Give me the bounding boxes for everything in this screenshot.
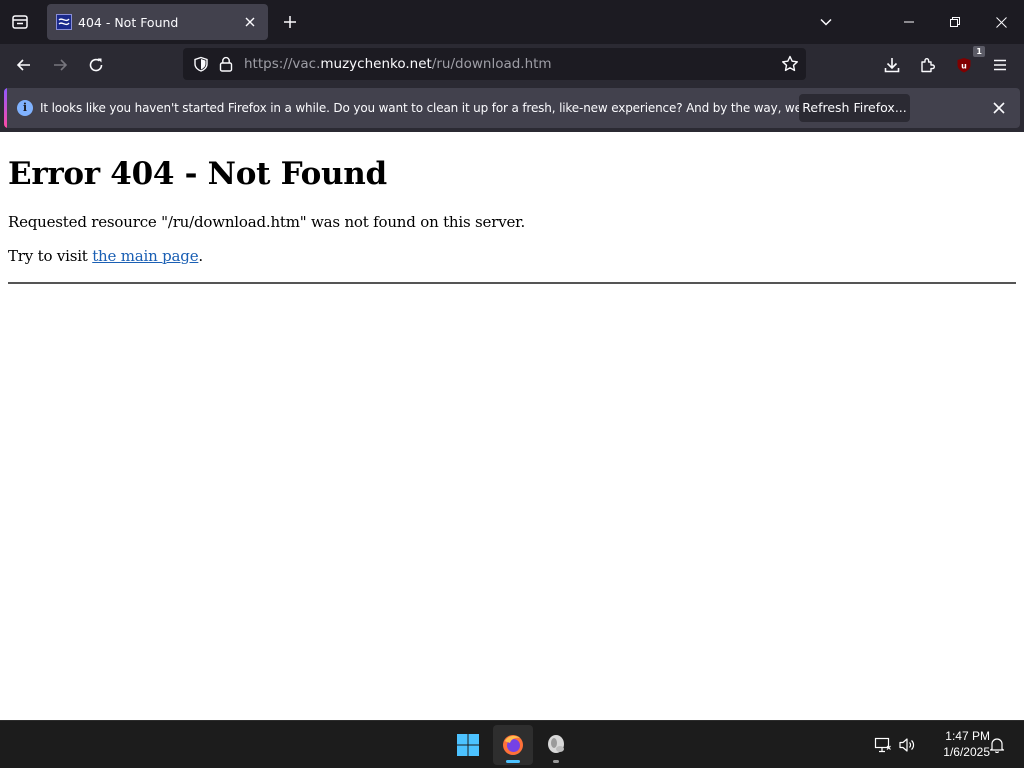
- app-icon: [548, 735, 564, 753]
- page-content: Error 404 - Not Found Requested resource…: [0, 132, 1024, 720]
- app-menu-button[interactable]: [984, 49, 1016, 81]
- clock-date: 1/6/2025: [943, 745, 990, 759]
- notifications-button[interactable]: [985, 733, 1009, 757]
- forward-button[interactable]: [44, 49, 76, 81]
- try-visit-line: Try to visit the main page.: [8, 247, 203, 265]
- new-tab-button[interactable]: [276, 8, 304, 36]
- system-clock[interactable]: 1:47 PM 1/6/2025: [920, 728, 990, 760]
- site-favicon-icon: [56, 14, 72, 30]
- restore-button[interactable]: [932, 0, 978, 44]
- lock-icon: [219, 56, 233, 72]
- ublock-origin-button[interactable]: u 1: [948, 46, 985, 81]
- arrow-right-icon: [54, 59, 68, 71]
- chevron-down-icon: [820, 18, 832, 26]
- clock-time: 1:47 PM: [945, 729, 990, 743]
- url-path: /ru/download.htm: [431, 56, 552, 72]
- notification-accent-bar: [4, 88, 7, 128]
- close-icon: [993, 102, 1005, 114]
- active-indicator: [506, 760, 520, 763]
- info-icon: i: [17, 100, 33, 116]
- address-bar[interactable]: https://vac.muzychenko.net/ru/download.h…: [183, 48, 806, 80]
- firefox-icon: [503, 735, 523, 755]
- notification-message: It looks like you haven't started Firefo…: [40, 101, 874, 115]
- puzzle-icon: [921, 58, 935, 73]
- divider: [8, 282, 1016, 284]
- close-notification-button[interactable]: [987, 96, 1011, 120]
- minimize-button[interactable]: [886, 0, 932, 44]
- close-icon: [245, 17, 255, 27]
- bell-icon: [989, 738, 1005, 753]
- try-suffix: .: [198, 247, 203, 265]
- running-indicator: [553, 760, 559, 763]
- close-window-button[interactable]: [978, 0, 1024, 44]
- arrow-left-icon: [16, 59, 30, 71]
- firefox-view-icon: [12, 15, 28, 29]
- url-domain: muzychenko.net: [320, 56, 432, 72]
- back-button[interactable]: [8, 49, 40, 81]
- main-page-link[interactable]: the main page: [92, 247, 198, 265]
- close-tab-button[interactable]: [238, 10, 262, 34]
- refresh-firefox-button[interactable]: Refresh Firefox...: [799, 94, 910, 122]
- restore-icon: [950, 17, 960, 27]
- error-description: Requested resource "/ru/download.htm" wa…: [8, 213, 526, 231]
- windows-taskbar: 1:47 PM 1/6/2025: [0, 720, 1024, 768]
- plus-icon: [284, 16, 296, 28]
- downloads-button[interactable]: [876, 49, 908, 81]
- taskbar-app[interactable]: [536, 725, 576, 765]
- windows-logo-icon: [457, 734, 479, 756]
- error-heading: Error 404 - Not Found: [8, 156, 387, 192]
- tracking-protection-button[interactable]: [189, 52, 213, 76]
- close-icon: [995, 16, 1007, 28]
- try-prefix: Try to visit: [8, 247, 93, 265]
- reload-icon: [89, 58, 103, 72]
- tab-strip: 404 - Not Found: [0, 0, 1024, 44]
- network-button[interactable]: [871, 733, 895, 757]
- list-all-tabs-button[interactable]: [812, 8, 840, 36]
- download-icon: [884, 58, 900, 73]
- network-icon: [874, 737, 891, 753]
- notification-container: i It looks like you haven't started Fire…: [0, 85, 1024, 132]
- refresh-firefox-notification: i It looks like you haven't started Fire…: [4, 88, 1020, 128]
- svg-text:u: u: [961, 62, 967, 71]
- firefox-view-button[interactable]: [4, 6, 36, 38]
- ublock-origin-icon: u: [957, 58, 971, 73]
- reload-button[interactable]: [80, 49, 112, 81]
- minimize-icon: [904, 21, 914, 23]
- tab-active[interactable]: 404 - Not Found: [47, 4, 268, 40]
- speaker-icon: [899, 738, 915, 752]
- site-identity-button[interactable]: [215, 52, 237, 76]
- shield-icon: [194, 56, 208, 72]
- tab-title: 404 - Not Found: [78, 14, 179, 30]
- url-text[interactable]: https://vac.muzychenko.net/ru/download.h…: [244, 48, 552, 80]
- bookmark-page-button[interactable]: [778, 52, 802, 76]
- star-icon: [782, 55, 798, 72]
- start-button[interactable]: [448, 725, 488, 765]
- navigation-toolbar: https://vac.muzychenko.net/ru/download.h…: [0, 44, 1024, 85]
- extensions-button[interactable]: [912, 49, 944, 81]
- taskbar-firefox[interactable]: [493, 725, 533, 765]
- volume-button[interactable]: [895, 733, 919, 757]
- hamburger-menu-icon: [994, 59, 1006, 71]
- url-prefix: https://vac.: [244, 56, 321, 72]
